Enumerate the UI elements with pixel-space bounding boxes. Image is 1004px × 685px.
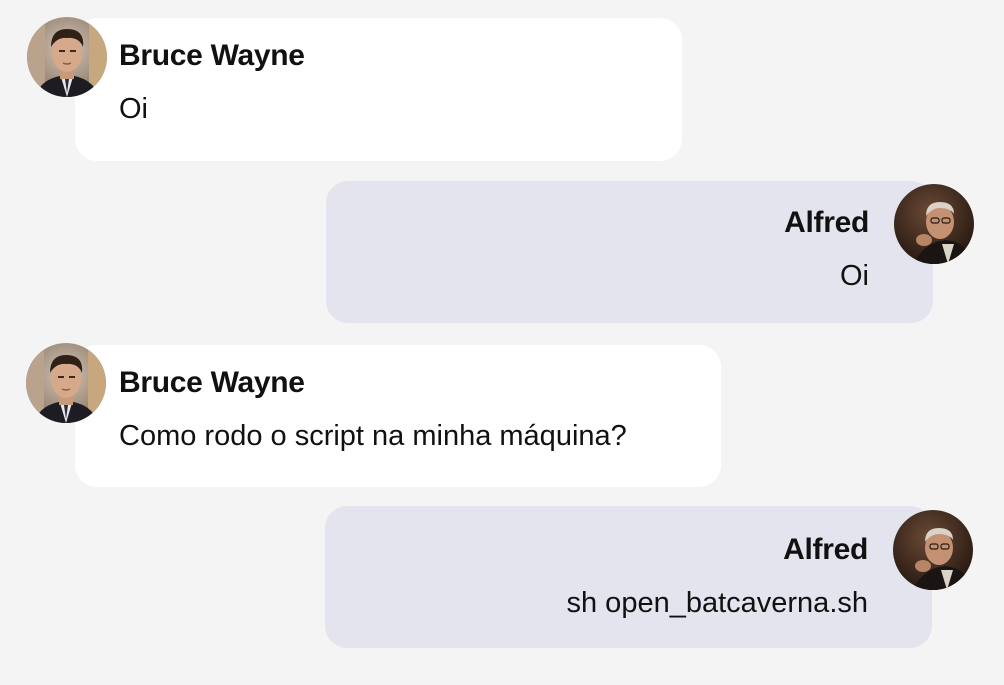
alfred-avatar-icon (894, 184, 974, 264)
bruce-wayne-avatar-icon (27, 17, 107, 97)
message-bubble-incoming: Bruce Wayne Oi (75, 18, 682, 161)
sender-name: Alfred (783, 533, 868, 566)
message-bubble-outgoing: Alfred sh open_batcaverna.sh (325, 506, 932, 648)
message-bubble-outgoing: Alfred Oi (326, 181, 933, 323)
sender-name: Alfred (784, 206, 869, 239)
message-text: Oi (840, 260, 869, 292)
bruce-wayne-avatar-icon (26, 343, 106, 423)
alfred-avatar-icon (893, 510, 973, 590)
sender-name: Bruce Wayne (119, 39, 305, 72)
message-text: Oi (119, 93, 148, 125)
sender-name: Bruce Wayne (119, 366, 305, 399)
message-text: Como rodo o script na minha máquina? (119, 420, 627, 452)
message-text: sh open_batcaverna.sh (566, 587, 869, 619)
message-bubble-incoming: Bruce Wayne Como rodo o script na minha … (75, 345, 721, 487)
